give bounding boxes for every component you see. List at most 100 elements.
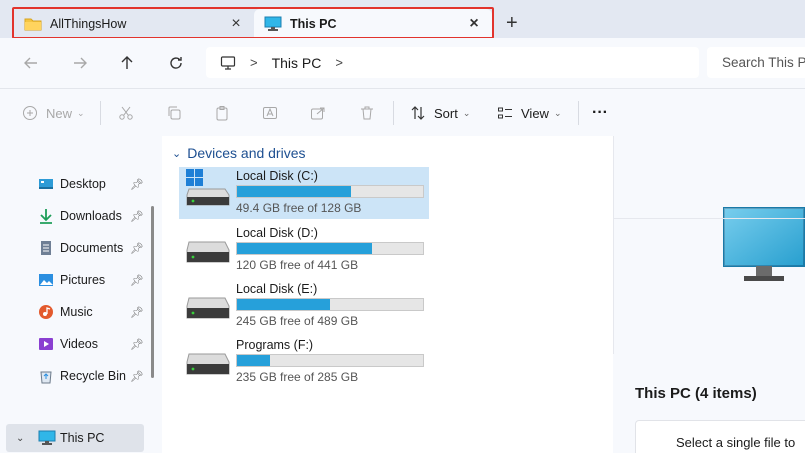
- details-hint-card: Select a single file to: [635, 420, 805, 453]
- breadcrumb-item-this-pc[interactable]: This PC: [272, 55, 322, 71]
- scissors-icon: [119, 106, 133, 120]
- arrow-left-icon: [24, 57, 37, 69]
- drive-usage-fill: [237, 355, 270, 366]
- clipboard-icon: [216, 106, 228, 121]
- forward-button[interactable]: [69, 52, 91, 74]
- rename-button[interactable]: [262, 101, 278, 125]
- sidebar-item-label: Pictures: [60, 273, 106, 287]
- pin-icon[interactable]: 📌︎: [130, 338, 144, 351]
- pin-icon[interactable]: 📌︎: [130, 306, 144, 319]
- pin-icon[interactable]: 📌︎: [130, 370, 144, 383]
- sidebar-item-label: Recycle Bin: [60, 369, 126, 383]
- drive-free-space: 235 GB free of 285 GB: [236, 370, 359, 384]
- pin-icon[interactable]: 📌︎: [130, 242, 144, 255]
- trash-icon: [361, 106, 373, 120]
- preview-area: [613, 136, 805, 354]
- hard-drive-icon: [185, 294, 230, 322]
- share-button[interactable]: [310, 101, 326, 125]
- up-button[interactable]: [116, 52, 138, 74]
- folder-icon: [24, 17, 42, 31]
- chevron-right-icon[interactable]: >: [335, 55, 343, 70]
- back-button[interactable]: [20, 52, 42, 74]
- chevron-down-icon: ⌄: [77, 107, 85, 118]
- divider: [578, 101, 579, 125]
- refresh-icon: [170, 57, 182, 69]
- delete-button[interactable]: [359, 101, 375, 125]
- close-icon[interactable]: ×: [466, 15, 482, 33]
- sidebar-item-label: Videos: [60, 337, 98, 351]
- details-pane: This PC (4 items) Select a single file t…: [613, 136, 805, 453]
- monitor-outline-icon: [220, 55, 236, 70]
- drive-usage-fill: [237, 243, 373, 254]
- chevron-right-icon[interactable]: >: [250, 55, 258, 70]
- sort-label: Sort: [434, 105, 458, 121]
- videos-icon: [38, 336, 54, 352]
- sidebar-item-label: Music: [60, 305, 93, 319]
- drive-name: Local Disk (E:): [236, 282, 318, 296]
- chevron-down-icon[interactable]: ⌄: [16, 433, 24, 444]
- sidebar-item-videos[interactable]: Videos 📌︎: [0, 330, 145, 358]
- drive-item-d[interactable]: Local Disk (D:) 120 GB free of 441 GB: [179, 224, 429, 276]
- drive-usage-bar: [236, 185, 424, 198]
- drive-name: Programs (F:): [236, 338, 314, 352]
- group-title: Devices and drives: [187, 145, 306, 161]
- hard-drive-icon: [185, 238, 230, 266]
- drive-usage-bar: [236, 354, 424, 367]
- drive-free-space: 49.4 GB free of 128 GB: [236, 201, 362, 215]
- breadcrumb[interactable]: > This PC >: [206, 47, 699, 78]
- content-pane: ⌄ Devices and drives Local Disk (C:) 49.…: [162, 136, 613, 453]
- new-tab-button[interactable]: +: [506, 12, 518, 35]
- chevron-down-icon: ⌄: [462, 107, 471, 118]
- close-icon[interactable]: ×: [228, 15, 244, 33]
- sidebar-item-downloads[interactable]: Downloads 📌︎: [0, 202, 145, 230]
- details-hint: Select a single file to: [676, 435, 796, 450]
- more-options-button[interactable]: ···: [592, 101, 608, 125]
- sidebar-item-pictures[interactable]: Pictures 📌︎: [0, 266, 145, 294]
- group-header[interactable]: ⌄ Devices and drives: [172, 145, 306, 161]
- tab-label: AllThingsHow: [50, 16, 127, 31]
- sidebar-item-label: This PC: [60, 431, 105, 445]
- documents-icon: [38, 240, 54, 256]
- sidebar-item-desktop[interactable]: Desktop 📌︎: [0, 170, 145, 198]
- paste-button[interactable]: [214, 101, 230, 125]
- chevron-down-icon: ⌄: [553, 107, 562, 118]
- sidebar-item-this-pc[interactable]: ⌄ This PC: [6, 424, 144, 452]
- sidebar-scrollbar[interactable]: [151, 206, 154, 378]
- drive-usage-fill: [237, 299, 330, 310]
- cut-button[interactable]: [118, 101, 134, 125]
- rename-icon: [263, 107, 277, 119]
- search-input[interactable]: Search This PC: [707, 47, 805, 78]
- divider: [393, 101, 394, 125]
- drive-free-space: 245 GB free of 489 GB: [236, 314, 359, 328]
- drive-usage-fill: [237, 186, 352, 197]
- drive-item-f[interactable]: Programs (F:) 235 GB free of 285 GB: [179, 336, 429, 388]
- tab-allthingshow[interactable]: AllThingsHow ×: [14, 9, 254, 38]
- share-icon: [311, 107, 325, 120]
- drive-item-c[interactable]: Local Disk (C:) 49.4 GB free of 128 GB: [179, 167, 429, 219]
- refresh-button[interactable]: [165, 52, 187, 74]
- desktop-icon: [38, 176, 54, 192]
- arrow-right-icon: [74, 57, 87, 69]
- tab-this-pc[interactable]: This PC ×: [254, 9, 492, 38]
- recycle-bin-icon: [38, 368, 54, 384]
- pin-icon[interactable]: 📌︎: [130, 178, 144, 191]
- view-button[interactable]: View ⌄: [497, 101, 562, 125]
- sidebar-item-recycle-bin[interactable]: Recycle Bin 📌︎: [0, 362, 145, 390]
- drive-name: Local Disk (C:): [236, 169, 318, 183]
- copy-button[interactable]: [166, 101, 182, 125]
- sidebar-item-label: Documents: [60, 241, 124, 255]
- pin-icon[interactable]: 📌︎: [130, 210, 144, 223]
- sidebar-item-music[interactable]: Music 📌︎: [0, 298, 145, 326]
- new-button[interactable]: New ⌄: [22, 101, 85, 125]
- copy-icon: [168, 106, 181, 120]
- new-label: New: [46, 105, 73, 121]
- sort-button[interactable]: Sort ⌄: [410, 101, 470, 125]
- windows-drive-icon: [185, 169, 230, 209]
- chevron-down-icon: ⌄: [172, 147, 182, 160]
- address-bar: > This PC > Search This PC: [0, 38, 805, 88]
- pin-icon[interactable]: 📌︎: [130, 274, 144, 287]
- sidebar-item-documents[interactable]: Documents 📌︎: [0, 234, 145, 262]
- tab-label: This PC: [290, 16, 337, 31]
- drive-item-e[interactable]: Local Disk (E:) 245 GB free of 489 GB: [179, 280, 429, 332]
- monitor-icon: [264, 16, 282, 32]
